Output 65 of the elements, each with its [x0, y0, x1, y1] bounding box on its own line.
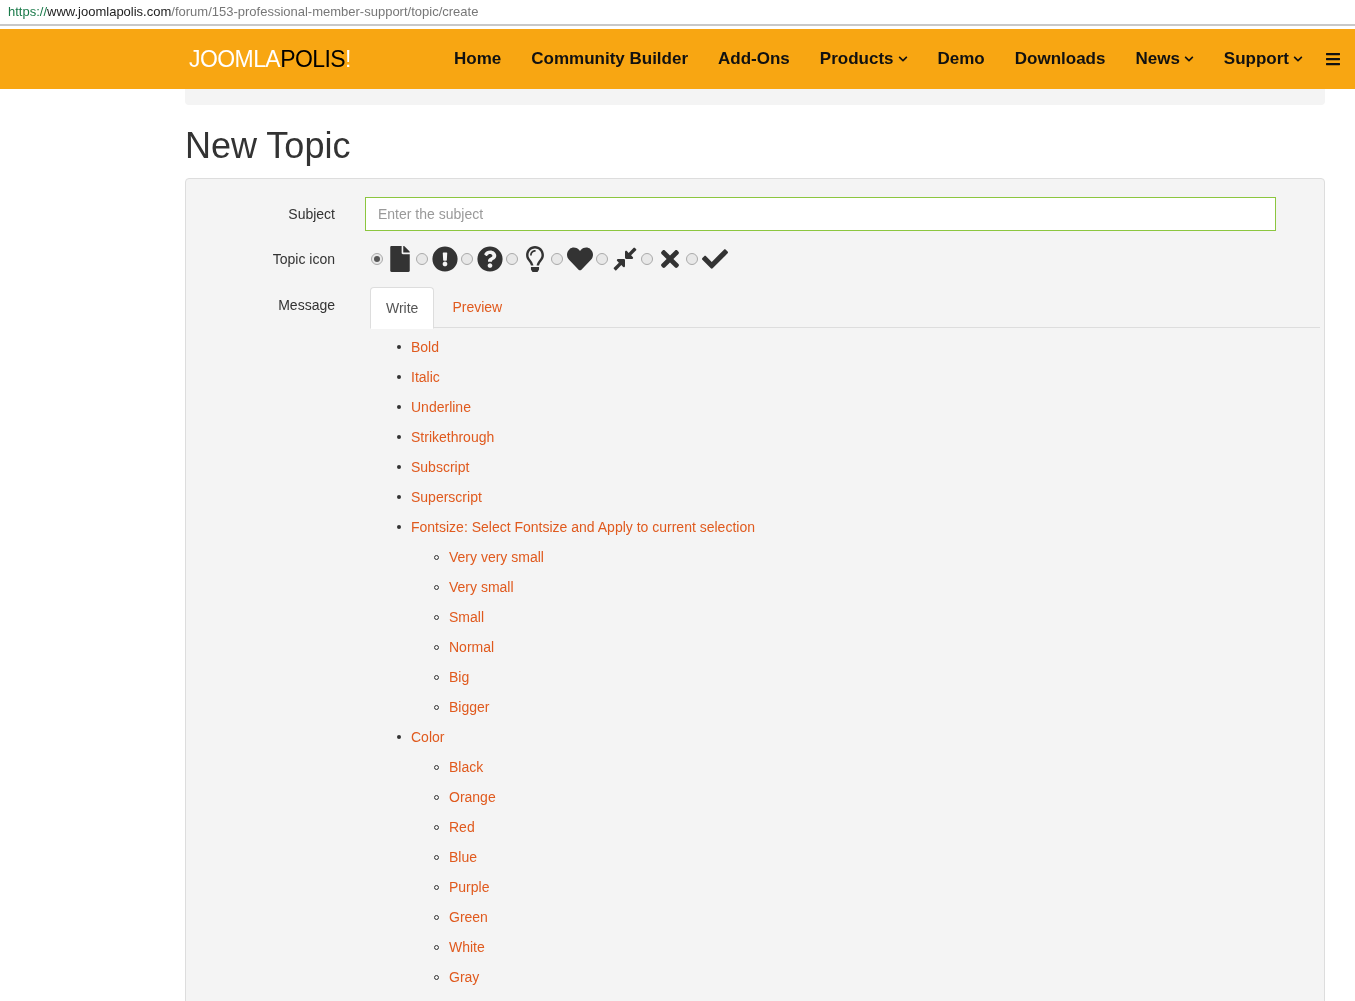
- tab[interactable]: Write: [370, 287, 435, 329]
- subject-input[interactable]: Enter the subject: [365, 197, 1276, 231]
- toolbar-link[interactable]: Bigger: [449, 696, 490, 718]
- toolbar-link[interactable]: Superscript: [411, 486, 482, 508]
- radio-button[interactable]: [551, 253, 563, 265]
- bullet-icon: [397, 345, 401, 349]
- chevron-down-icon: [1293, 54, 1303, 64]
- toolbar-link[interactable]: White: [449, 936, 485, 958]
- toolbar-link[interactable]: Very small: [449, 576, 514, 598]
- radio-button[interactable]: [641, 253, 653, 265]
- nav-link[interactable]: Demo: [937, 46, 985, 72]
- nav-link[interactable]: Community Builder: [531, 46, 689, 72]
- chevron-down-icon: [897, 54, 908, 64]
- bullet-icon: [397, 495, 401, 499]
- bullet-icon: [397, 465, 401, 469]
- toolbar-link[interactable]: Small: [449, 606, 484, 628]
- radio-button[interactable]: [371, 253, 383, 265]
- nav-link[interactable]: Support: [1223, 46, 1303, 72]
- menu-icon[interactable]: [1325, 51, 1341, 67]
- nav-link[interactable]: Home: [454, 46, 502, 72]
- radio-button[interactable]: [416, 253, 428, 265]
- toolbar-link[interactable]: Gray: [449, 966, 480, 988]
- compress-icon: [612, 246, 638, 272]
- exclamation-icon: [432, 246, 458, 272]
- nav-link[interactable]: Downloads: [1014, 46, 1106, 72]
- radio-button[interactable]: [596, 253, 608, 265]
- page-title: New Topic: [185, 124, 352, 168]
- toolbar-link[interactable]: Orange: [449, 786, 496, 808]
- toolbar-link[interactable]: Strikethrough: [411, 426, 495, 448]
- nav-link[interactable]: News: [1135, 46, 1194, 72]
- toolbar-link[interactable]: Underline: [411, 396, 471, 418]
- toolbar-link[interactable]: Big: [449, 666, 470, 688]
- toolbar-link[interactable]: Italic: [411, 366, 440, 388]
- toolbar-link[interactable]: Normal: [449, 636, 495, 658]
- nav-link[interactable]: Add-Ons: [718, 46, 790, 72]
- toolbar-link[interactable]: Red: [449, 816, 475, 838]
- toolbar-link[interactable]: Fontsize: Select Fontsize and Apply to current selection: [411, 516, 755, 538]
- check-icon: [702, 246, 728, 272]
- toolbar-link[interactable]: Subscript: [411, 456, 470, 478]
- bullet-icon: [397, 405, 401, 409]
- address-url[interactable]: https://www.joomlapolis.com/forum/153-professional-member-support/topic/create: [8, 2, 479, 22]
- radio-button[interactable]: [461, 253, 473, 265]
- logo[interactable]: JOOMLAPOLIS!: [189, 41, 351, 77]
- heart-icon: [567, 246, 593, 272]
- file-icon: [387, 246, 413, 272]
- chevron-down-icon: [1183, 54, 1194, 64]
- question-icon: [477, 246, 503, 272]
- field-label: Topic icon: [271, 249, 335, 269]
- bullet-icon: [397, 525, 401, 529]
- toolbar-link[interactable]: Color: [411, 726, 445, 748]
- toolbar-link[interactable]: Very very small: [449, 546, 544, 568]
- radio-button[interactable]: [686, 253, 698, 265]
- toolbar-link[interactable]: Bold: [411, 336, 440, 358]
- toolbar-link[interactable]: Green: [449, 906, 488, 928]
- field-label: Subject: [287, 204, 335, 224]
- bullet-icon: [397, 735, 401, 739]
- toolbar-link[interactable]: Blue: [449, 846, 478, 868]
- radio-button[interactable]: [506, 253, 518, 265]
- field-label: Message: [277, 296, 335, 315]
- nav-link[interactable]: Products: [819, 46, 908, 72]
- bullet-icon: [397, 375, 401, 379]
- toolbar-link[interactable]: Black: [449, 756, 484, 778]
- tab[interactable]: Preview: [434, 287, 521, 328]
- toolbar-link[interactable]: Purple: [449, 876, 490, 898]
- bullet-icon: [397, 435, 401, 439]
